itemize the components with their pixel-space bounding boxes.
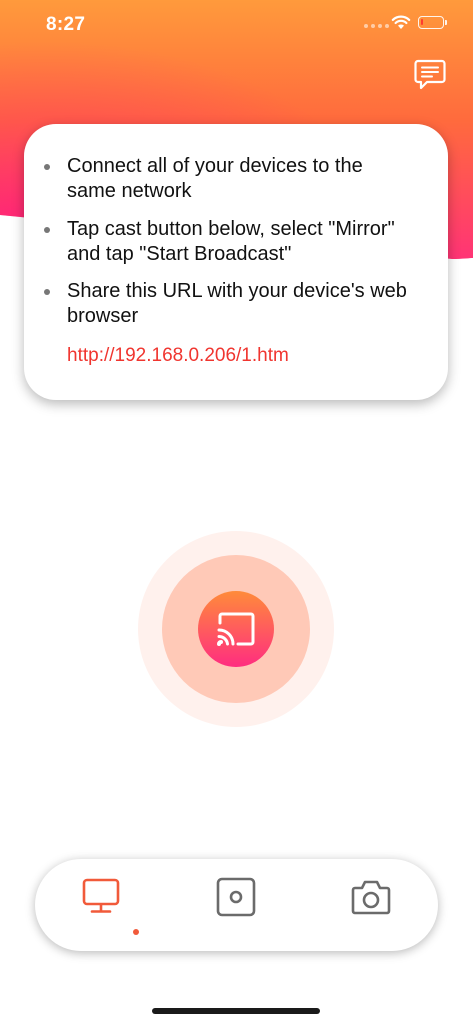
instruction-text: Connect all of your devices to the same …	[67, 155, 363, 202]
cast-icon	[217, 612, 255, 646]
tab-screen-mirror[interactable]	[79, 875, 123, 919]
battery-icon	[418, 16, 447, 29]
status-time: 8:27	[46, 14, 86, 35]
share-url-link[interactable]: http://192.168.0.206/1.htm	[67, 345, 289, 367]
selected-tab-indicator	[133, 929, 139, 935]
instructions-card: Connect all of your devices to the same …	[24, 124, 448, 400]
chat-bubble-lines-icon	[414, 59, 446, 90]
wifi-icon	[391, 15, 411, 29]
record-square-icon	[216, 877, 256, 917]
instruction-text: Tap cast button below, select "Mirror" a…	[67, 218, 395, 265]
cellular-signal-icon	[364, 24, 389, 28]
bullet-dot	[44, 227, 50, 233]
home-indicator[interactable]	[152, 1008, 320, 1014]
bullet-dot	[44, 289, 50, 295]
tab-camera[interactable]	[349, 875, 393, 919]
feedback-button[interactable]	[413, 58, 447, 92]
instruction-text: Share this URL with your device's web br…	[67, 280, 407, 327]
cast-button[interactable]	[198, 591, 274, 667]
monitor-icon	[82, 878, 120, 913]
camera-icon	[351, 880, 391, 915]
battery-level	[421, 19, 423, 25]
bullet-dot	[44, 164, 50, 170]
bottom-tab-bar	[35, 859, 438, 951]
tab-record[interactable]	[214, 875, 258, 919]
status-bar: 8:27	[0, 0, 473, 50]
